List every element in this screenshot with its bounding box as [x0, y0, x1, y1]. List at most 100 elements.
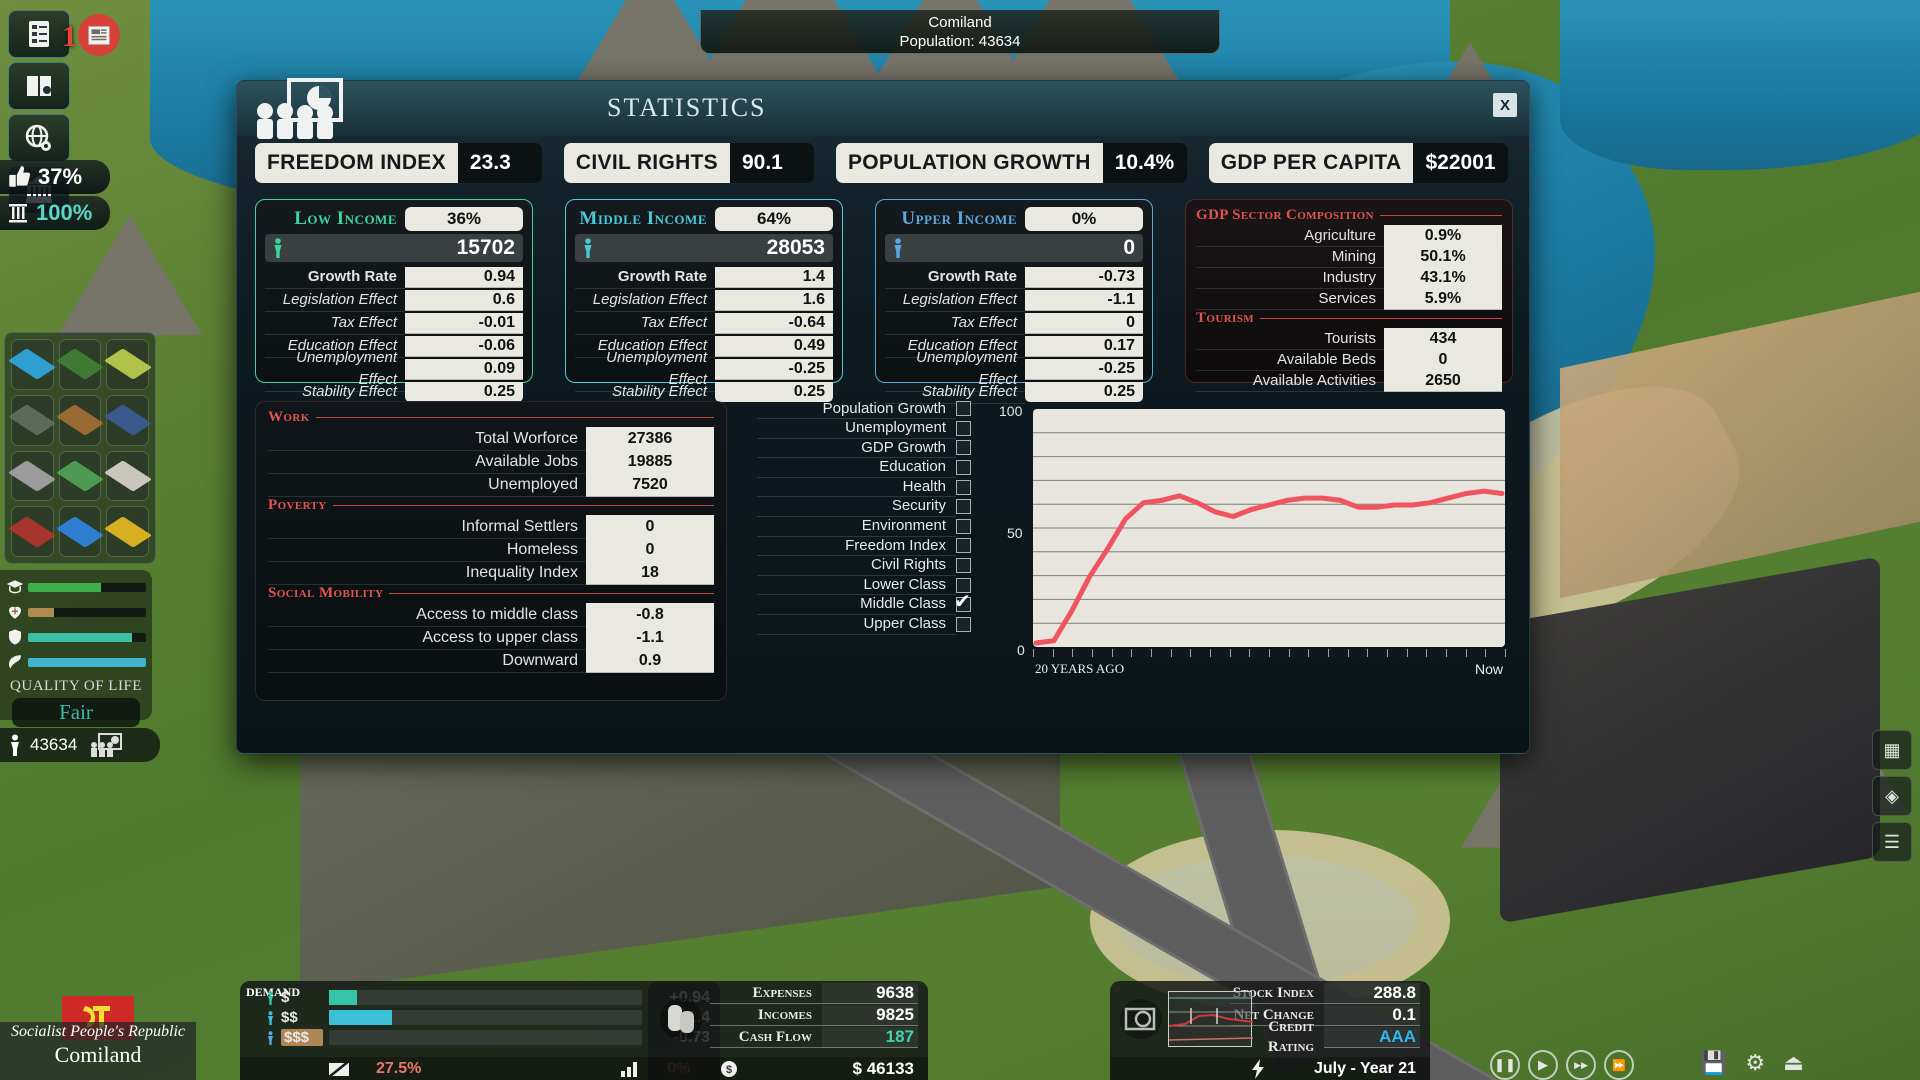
overlay-button[interactable]: ☰ — [1872, 822, 1912, 862]
statistics-titlebar: STATISTICS X — [237, 81, 1529, 136]
education-book-button[interactable] — [8, 62, 70, 110]
save-button[interactable]: 💾 — [1700, 1050, 1727, 1076]
demand-bar-track — [329, 1030, 642, 1045]
card-title: Middle Income — [575, 208, 707, 230]
build-tile-park[interactable] — [59, 451, 102, 502]
demand-row-middle[interactable]: $$ +1.4 — [266, 1008, 710, 1027]
series-checkbox-health[interactable]: Health — [757, 477, 971, 497]
stat-value: -0.64 — [715, 313, 833, 334]
kpi-freedom-index: FREEDOM INDEX 23.3 — [255, 143, 542, 183]
stat-label: Services — [1196, 288, 1384, 310]
y-tick-50: 50 — [1007, 525, 1023, 541]
stat-value: 0.9% — [1384, 225, 1502, 247]
pause-button[interactable]: ❚❚ — [1490, 1050, 1520, 1080]
series-checkbox-freedom-index[interactable]: Freedom Index — [757, 536, 971, 556]
stat-label: Growth Rate — [575, 266, 715, 289]
unemployment-percent: 27.5% — [376, 1060, 421, 1078]
stat-row: Total Worforce27386 — [268, 427, 714, 450]
minimap-icon: ▦ — [1883, 740, 1900, 761]
kpi-row: FREEDOM INDEX 23.3 CIVIL RIGHTS 90.1 POP… — [255, 143, 1513, 183]
news-button[interactable] — [78, 14, 120, 56]
stat-row: Legislation Effect1.6 — [575, 289, 833, 311]
qol-bar-security — [6, 628, 146, 646]
build-tile-bulldozer[interactable] — [106, 506, 149, 557]
build-tile-road[interactable] — [11, 451, 54, 502]
playback-controls[interactable]: ❚❚ ▶ ▶▶ ⏩ — [1490, 1050, 1634, 1080]
build-tile-office[interactable] — [59, 395, 102, 446]
section-header-work: Work — [268, 409, 714, 426]
y-tick-100: 100 — [999, 403, 1022, 419]
build-tile-highrise[interactable] — [106, 395, 149, 446]
newspaper-icon — [84, 20, 114, 50]
income-card-middle: Middle Income 64% 28053 Growth Rate1.4 L… — [565, 199, 843, 383]
checkbox[interactable] — [956, 519, 971, 534]
stability-meter[interactable]: 100% — [0, 196, 110, 230]
series-checkbox-education[interactable]: Education — [757, 458, 971, 478]
checkbox[interactable] — [956, 558, 971, 573]
checkbox[interactable] — [956, 460, 971, 475]
stat-label: Tax Effect — [265, 312, 405, 335]
population-pill[interactable]: 43634 — [0, 728, 160, 762]
checkbox[interactable] — [956, 597, 971, 612]
checkbox[interactable] — [956, 538, 971, 553]
build-tile-mine[interactable] — [11, 506, 54, 557]
right-icon-stack[interactable]: ▦ ◈ ☰ — [1872, 730, 1914, 868]
build-palette[interactable] — [4, 332, 156, 564]
laws-button[interactable] — [8, 10, 70, 58]
stat-row: Inequality Index18 — [268, 561, 714, 584]
series-checkbox-upper-class[interactable]: Upper Class — [757, 615, 971, 635]
series-checkbox-lower-class[interactable]: Lower Class — [757, 575, 971, 595]
demand-row-upper[interactable]: $$$ -0.73 — [266, 1028, 710, 1047]
settings-button[interactable]: ⚙ — [1745, 1050, 1765, 1076]
fast-forward-button[interactable]: ▶▶ — [1566, 1050, 1596, 1080]
checkbox[interactable] — [956, 421, 971, 436]
checkbox[interactable] — [956, 401, 971, 416]
stat-label: Industry — [1196, 267, 1384, 289]
demand-row-low[interactable]: $ +0.94 — [266, 988, 710, 1007]
checkbox[interactable] — [956, 617, 971, 632]
build-tile-forest[interactable] — [59, 339, 102, 390]
kpi-label: FREEDOM INDEX — [255, 143, 458, 183]
exit-button[interactable]: ⏏ — [1783, 1050, 1804, 1076]
stat-row: Unemployment Effect0.09 — [265, 358, 523, 380]
stat-label: Tax Effect — [885, 312, 1025, 335]
x-tick — [1387, 649, 1388, 657]
build-tile-farm[interactable] — [106, 339, 149, 390]
chart-series-checklist[interactable]: Population Growth Unemployment GDP Growt… — [757, 399, 971, 634]
stat-value: 9638 — [822, 983, 918, 1004]
series-checkbox-gdp-growth[interactable]: GDP Growth — [757, 438, 971, 458]
series-checkbox-environment[interactable]: Environment — [757, 517, 971, 537]
checkbox[interactable] — [956, 440, 971, 455]
chart-plot-area — [1033, 409, 1505, 647]
build-tile-info[interactable] — [59, 506, 102, 557]
series-checkbox-middle-class[interactable]: Middle Class — [757, 595, 971, 615]
series-checkbox-unemployment[interactable]: Unemployment — [757, 419, 971, 439]
checkbox[interactable] — [956, 499, 971, 514]
x-tick — [1092, 649, 1093, 657]
foreign-affairs-button[interactable] — [8, 114, 70, 162]
series-checkbox-civil-rights[interactable]: Civil Rights — [757, 556, 971, 576]
stat-value: -0.8 — [586, 603, 714, 627]
statistics-window[interactable]: STATISTICS X FREEDOM INDEX 23.3 CIVIL RI… — [236, 80, 1530, 754]
overlay-icon: ☰ — [1884, 832, 1900, 853]
stat-value: -0.25 — [715, 359, 833, 380]
stat-value: 434 — [1384, 328, 1502, 350]
kpi-label: GDP PER CAPITA — [1209, 143, 1414, 183]
minimap-button[interactable]: ▦ — [1872, 730, 1912, 770]
close-icon[interactable]: X — [1493, 93, 1517, 117]
series-checkbox-security[interactable]: Security — [757, 497, 971, 517]
ultra-speed-button[interactable]: ⏩ — [1604, 1050, 1634, 1080]
layers-button[interactable]: ◈ — [1872, 776, 1912, 816]
checkbox[interactable] — [956, 480, 971, 495]
qol-value: Fair — [12, 698, 140, 727]
system-buttons[interactable]: 💾 ⚙ ⏏ — [1700, 1050, 1804, 1076]
build-tile-civic[interactable] — [106, 451, 149, 502]
history-chart: 100 50 0 20 YEARS AGO Now — [993, 399, 1513, 695]
build-tile-terrain-water[interactable] — [11, 339, 54, 390]
play-button[interactable]: ▶ — [1528, 1050, 1558, 1080]
nation-name: Comiland — [0, 1042, 196, 1068]
approval-meter[interactable]: 37% — [0, 160, 110, 194]
build-tile-house[interactable] — [11, 395, 54, 446]
series-checkbox-population-growth[interactable]: Population Growth — [757, 399, 971, 419]
x-tick — [1210, 649, 1211, 657]
